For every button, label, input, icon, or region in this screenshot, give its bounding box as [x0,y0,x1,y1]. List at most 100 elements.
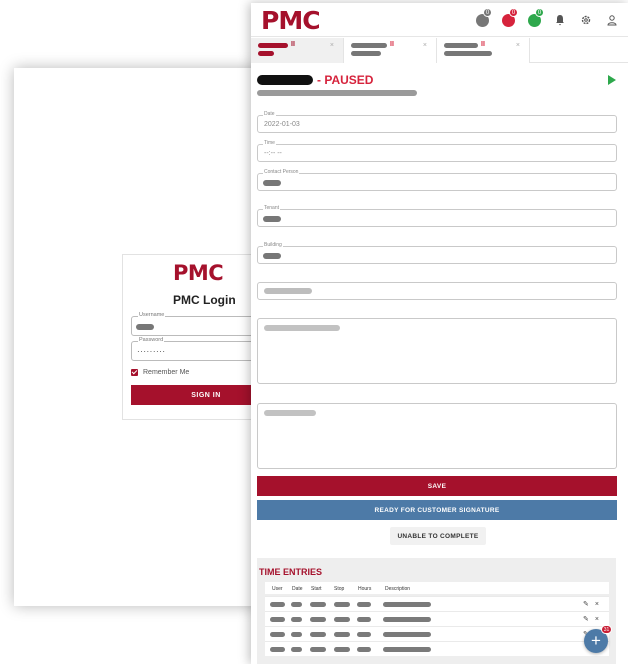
remember-me-label: Remember Me [143,369,190,376]
notification-icon[interactable] [554,13,568,27]
work-order-number-redacted [257,75,313,85]
column-date: Date [292,586,303,592]
tab-paused-indicator: II [390,41,394,48]
description-placeholder-redacted [264,325,340,331]
pending-count-badge: 0 [483,8,492,17]
time-entries-panel: TIME ENTRIES User Date Start Stop Hours … [257,558,616,664]
user-redacted [270,602,285,607]
settings-icon[interactable] [580,13,594,27]
date-field[interactable]: Date 2022-01-03 [257,111,617,133]
unit-field[interactable] [257,282,617,300]
unable-to-complete-button[interactable]: UNABLE TO COMPLETE [390,527,486,545]
stop-redacted [334,647,350,652]
unit-placeholder-redacted [264,288,312,294]
building-field[interactable]: Building [257,242,617,264]
username-value-redacted [136,324,154,330]
work-order-window: PMC 0 0 0 II × II × II × - PAUSED Date 2… [251,3,628,664]
date-redacted [291,647,302,652]
login-logo: PMC [173,261,224,285]
user-redacted [270,632,285,637]
building-value-redacted [263,253,281,259]
tab-close-icon[interactable]: × [516,42,520,49]
start-redacted [310,602,326,607]
building-label: Building [263,242,283,248]
tab-title-redacted [444,43,478,48]
edit-icon[interactable]: ✎ [583,616,595,623]
save-button[interactable]: SAVE [257,476,617,496]
contact-person-value-redacted [263,180,281,186]
paused-icon[interactable]: 0 [502,8,518,27]
contact-person-label: Contact Person [263,169,300,175]
delete-icon[interactable]: × [595,616,605,623]
password-label: Password [138,337,165,343]
description-redacted [383,632,431,637]
description-textarea[interactable] [257,318,617,384]
start-redacted [310,617,326,622]
time-entry-row: ✎× [265,626,609,641]
password-value: ········· [137,347,166,356]
stop-redacted [334,632,350,637]
date-redacted [291,602,302,607]
tab-work-order-1[interactable]: II × [251,38,344,63]
pending-icon[interactable]: 0 [476,8,492,27]
stop-redacted [334,617,350,622]
description-redacted [383,647,431,652]
description-redacted [383,617,431,622]
start-redacted [310,632,326,637]
tab-title-redacted [258,43,288,48]
work-order-title: - PAUSED [257,73,373,87]
tab-subtitle-redacted [351,51,381,56]
hours-redacted [357,647,371,652]
tab-subtitle-redacted [258,51,274,56]
start-redacted [310,647,326,652]
tab-close-icon[interactable]: × [330,42,334,49]
paused-count-badge: 0 [509,8,518,17]
edit-icon[interactable]: ✎ [583,601,595,608]
user-redacted [270,617,285,622]
tab-paused-indicator: II [481,41,485,48]
time-entries-header: User Date Start Stop Hours Description [265,582,609,594]
time-field[interactable]: Time --:-- -- [257,140,617,162]
time-entries-title: TIME ENTRIES [259,567,323,577]
remember-me-checkbox[interactable] [131,369,138,376]
time-value: --:-- -- [264,150,282,157]
remember-me[interactable]: Remember Me [131,369,189,376]
tenant-field[interactable]: Tenant [257,205,617,227]
tenant-value-redacted [263,216,281,222]
user-redacted [270,647,285,652]
date-label: Date [263,111,276,117]
hours-redacted [357,602,371,607]
tenant-label: Tenant [263,205,281,211]
date-redacted [291,617,302,622]
ready-for-signature-button[interactable]: READY FOR CUSTOMER SIGNATURE [257,500,617,520]
desktop: PMC PMC Login Username Password ········… [0,0,628,664]
tab-close-icon[interactable]: × [423,42,427,49]
play-icon[interactable] [608,75,616,85]
tab-work-order-3[interactable]: II × [437,38,530,63]
time-entry-row: ✎× [265,611,609,626]
contact-person-field[interactable]: Contact Person [257,169,617,191]
app-header: PMC 0 0 0 [251,3,628,37]
column-hours: Hours [358,586,372,592]
hours-redacted [357,632,371,637]
tab-title-redacted [351,43,387,48]
date-redacted [291,632,302,637]
fab-count-badge: 31 [601,625,612,634]
stop-redacted [334,602,350,607]
tab-subtitle-redacted [444,51,492,56]
tab-paused-indicator: II [291,41,295,48]
user-icon[interactable] [606,13,620,27]
header-icons: 0 0 0 [476,8,620,27]
delete-icon[interactable]: × [595,601,605,608]
in-progress-icon[interactable]: 0 [528,8,544,27]
column-stop: Stop [334,586,345,592]
time-label: Time [263,140,276,146]
login-card: PMC PMC Login Username Password ········… [122,254,281,420]
tab-work-order-2[interactable]: II × [344,38,437,63]
hours-redacted [357,617,371,622]
app-logo[interactable]: PMC [261,6,321,35]
username-label: Username [138,312,166,318]
notes-textarea[interactable] [257,403,617,469]
login-title: PMC Login [173,293,236,307]
column-description: Description [385,586,411,592]
